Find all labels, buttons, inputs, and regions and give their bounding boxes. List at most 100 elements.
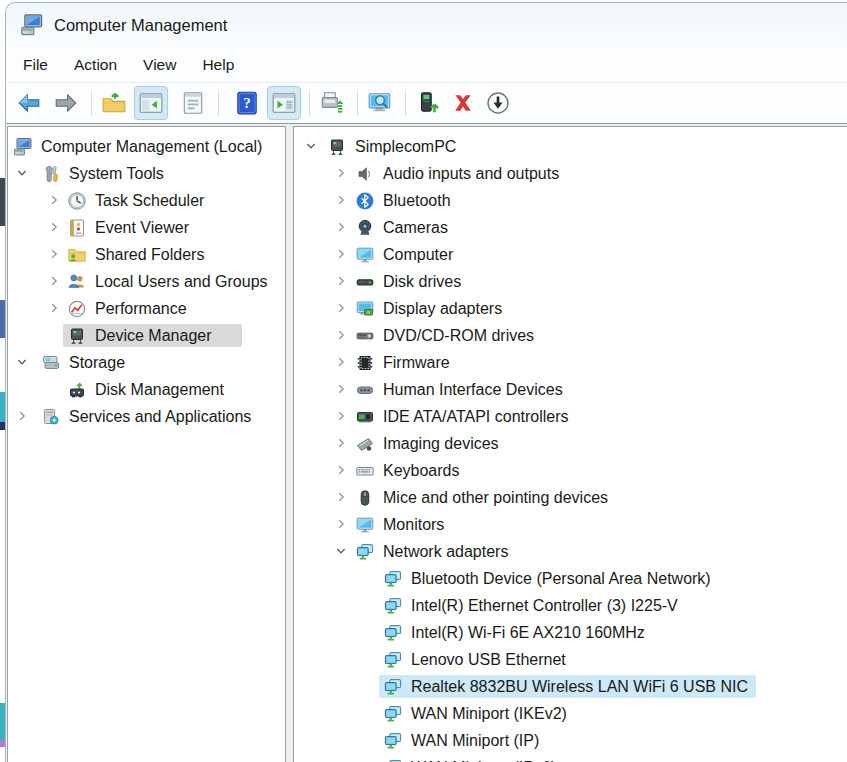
tree-item-task-scheduler[interactable]: Task Scheduler [8, 187, 285, 214]
system-tools-icon [41, 164, 61, 184]
computer-device-icon [327, 137, 347, 157]
ide-controller-icon [355, 407, 375, 427]
chevron-right-icon[interactable] [335, 383, 347, 395]
chevron-right-icon[interactable] [335, 167, 347, 179]
tree-item-human-interface-devices[interactable]: Human Interface Devices [294, 376, 847, 403]
tree-item-display-adapters[interactable]: Display adapters [294, 295, 847, 322]
menu-file[interactable]: File [10, 50, 61, 80]
show-action-pane-icon [271, 90, 297, 116]
back-arrow-button[interactable] [12, 86, 46, 120]
chevron-right-icon[interactable] [335, 464, 347, 476]
help-icon: ? [234, 90, 260, 116]
tree-item-label: Bluetooth [383, 192, 451, 210]
tree-item-disk-management[interactable]: Disk Management [8, 376, 285, 403]
network-adapter-icon [383, 623, 403, 643]
tree-item-keyboards[interactable]: Keyboards [294, 457, 847, 484]
disable-device-button[interactable] [481, 86, 515, 120]
tree-item-audio-inputs-and-outputs[interactable]: Audio inputs and outputs [294, 160, 847, 187]
tree-item-realtek-8832bu-wireless-lan-wifi-6-usb-nic[interactable]: Realtek 8832BU Wireless LAN WiFi 6 USB N… [294, 673, 847, 700]
tree-item-label: Network adapters [383, 543, 508, 561]
chevron-right-icon[interactable] [48, 248, 60, 260]
tree-item-local-users-and-groups[interactable]: Local Users and Groups [8, 268, 285, 295]
tree-item-system-tools[interactable]: System Tools [8, 160, 285, 187]
tree-item-performance[interactable]: Performance [8, 295, 285, 322]
uninstall-device-button[interactable] [446, 86, 480, 120]
tree-item-wan-miniport-ipv6[interactable]: WAN Miniport (IPv6) [294, 754, 847, 762]
tree-item-label: Intel(R) Wi-Fi 6E AX210 160MHz [411, 624, 645, 642]
network-adapter-icon [355, 542, 375, 562]
chevron-down-icon[interactable] [16, 356, 28, 368]
tree-item-disk-drives[interactable]: Disk drives [294, 268, 847, 295]
tree-item-network-adapters[interactable]: Network adapters [294, 538, 847, 565]
show-console-tree-button[interactable] [134, 86, 168, 120]
menu-help[interactable]: Help [189, 50, 247, 80]
up-folder-icon [101, 90, 127, 116]
task-scheduler-icon [67, 191, 87, 211]
tree-item-storage[interactable]: Storage [8, 349, 285, 376]
tree-item-computer-management-local[interactable]: Computer Management (Local) [8, 133, 285, 160]
network-adapter-icon [383, 731, 403, 751]
help-button[interactable]: ? [230, 86, 264, 120]
chevron-right-icon[interactable] [335, 437, 347, 449]
chevron-right-icon[interactable] [48, 194, 60, 206]
tree-item-label: Local Users and Groups [95, 273, 268, 291]
tree-item-intel-r-ethernet-controller-3-i225-v[interactable]: Intel(R) Ethernet Controller (3) I225-V [294, 592, 847, 619]
tree-item-dvd-cd-rom-drives[interactable]: DVD/CD-ROM drives [294, 322, 847, 349]
chevron-right-icon[interactable] [335, 248, 347, 260]
menu-view[interactable]: View [130, 50, 189, 80]
device-manager-icon [67, 326, 87, 346]
tree-item-imaging-devices[interactable]: Imaging devices [294, 430, 847, 457]
tree-item-bluetooth-device-personal-area-network[interactable]: Bluetooth Device (Personal Area Network) [294, 565, 847, 592]
tree-item-computer[interactable]: Computer [294, 241, 847, 268]
chevron-right-icon[interactable] [48, 302, 60, 314]
dvd-drive-icon [355, 326, 375, 346]
chevron-right-icon[interactable] [335, 329, 347, 341]
chevron-right-icon[interactable] [48, 275, 60, 287]
chevron-right-icon[interactable] [335, 356, 347, 368]
tree-item-wan-miniport-ikev2[interactable]: WAN Miniport (IKEv2) [294, 700, 847, 727]
update-driver-button[interactable] [411, 86, 445, 120]
tree-item-label: Monitors [383, 516, 444, 534]
remote-computer-button[interactable] [363, 86, 397, 120]
tree-item-label: IDE ATA/ATAPI controllers [383, 408, 569, 426]
chevron-right-icon[interactable] [335, 518, 347, 530]
show-action-pane-button[interactable] [267, 86, 301, 120]
chevron-right-icon[interactable] [335, 275, 347, 287]
tree-item-label: Intel(R) Ethernet Controller (3) I225-V [411, 597, 678, 615]
forward-arrow-button[interactable] [49, 86, 83, 120]
disable-device-icon [485, 90, 511, 116]
export-list-button[interactable] [176, 86, 210, 120]
menu-action[interactable]: Action [61, 50, 130, 80]
tree-item-cameras[interactable]: Cameras [294, 214, 847, 241]
menu-bar: FileActionViewHelp [6, 47, 847, 83]
chevron-right-icon[interactable] [16, 410, 28, 422]
chevron-right-icon[interactable] [335, 221, 347, 233]
tree-item-label: WAN Miniport (IKEv2) [411, 705, 567, 723]
tree-item-monitors[interactable]: Monitors [294, 511, 847, 538]
chevron-down-icon[interactable] [16, 167, 28, 179]
tree-item-intel-r-wi-fi-6e-ax210-160mhz[interactable]: Intel(R) Wi-Fi 6E AX210 160MHz [294, 619, 847, 646]
chevron-right-icon[interactable] [335, 302, 347, 314]
network-adapter-icon [383, 677, 403, 697]
chevron-right-icon[interactable] [335, 491, 347, 503]
tree-item-lenovo-usb-ethernet[interactable]: Lenovo USB Ethernet [294, 646, 847, 673]
chevron-down-icon[interactable] [305, 140, 317, 152]
tree-item-bluetooth[interactable]: Bluetooth [294, 187, 847, 214]
chevron-right-icon[interactable] [335, 410, 347, 422]
tree-item-event-viewer[interactable]: Event Viewer [8, 214, 285, 241]
tree-item-simplecompc[interactable]: SimplecomPC [294, 133, 847, 160]
tree-item-device-manager[interactable]: Device Manager [8, 322, 285, 349]
tree-item-shared-folders[interactable]: Shared Folders [8, 241, 285, 268]
chevron-right-icon[interactable] [335, 194, 347, 206]
tree-item-label: Keyboards [383, 462, 460, 480]
chevron-right-icon[interactable] [48, 221, 60, 233]
scan-hardware-changes-button[interactable] [315, 86, 349, 120]
chevron-down-icon[interactable] [335, 545, 347, 557]
up-folder-button[interactable] [97, 86, 131, 120]
tree-item-wan-miniport-ip[interactable]: WAN Miniport (IP) [294, 727, 847, 754]
tree-item-mice-and-other-pointing-devices[interactable]: Mice and other pointing devices [294, 484, 847, 511]
disk-drive-icon [355, 272, 375, 292]
tree-item-services-and-applications[interactable]: Services and Applications [8, 403, 285, 430]
tree-item-firmware[interactable]: Firmware [294, 349, 847, 376]
tree-item-ide-ata-atapi-controllers[interactable]: IDE ATA/ATAPI controllers [294, 403, 847, 430]
